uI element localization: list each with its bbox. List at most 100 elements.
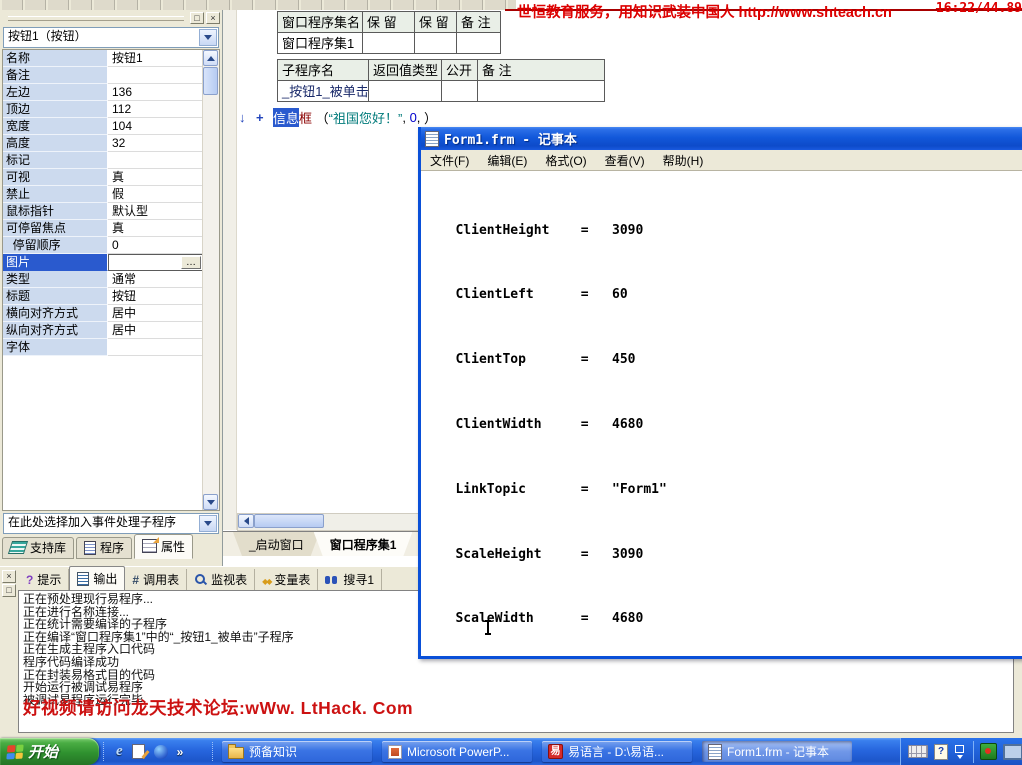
menu-item[interactable]: 帮助(H) [654,150,713,171]
property-row[interactable]: 纵向对齐方式 居中 [3,322,203,339]
property-row[interactable]: 禁止 假 [3,186,203,203]
scroll-down-button[interactable] [203,494,218,510]
dropdown-button[interactable] [199,515,217,532]
property-row[interactable]: 横向对齐方式 居中 [3,305,203,322]
panel-maximize-button[interactable]: □ [190,12,204,24]
display-icon[interactable] [1003,744,1022,760]
menu-item[interactable]: 格式(O) [536,150,595,171]
property-value[interactable]: 0 [108,237,203,254]
table-cell[interactable] [368,80,442,102]
property-row[interactable]: 可停留焦点 真 [3,220,203,237]
property-row[interactable]: 图片 … [3,254,203,271]
output-panel-tab[interactable]: 调用表 [125,569,187,590]
table-cell[interactable] [456,32,501,54]
table-cell[interactable] [362,32,415,54]
event-handler-dropdown[interactable]: 在此处选择加入事件处理子程序 [3,513,219,534]
taskbar-button[interactable]: 易语言 - D:\易语... [542,741,692,762]
output-panel-tab[interactable]: 输出 [69,566,125,590]
table-row[interactable]: 窗口程序集1 [278,33,501,54]
property-value[interactable] [108,67,203,84]
taskbar-button[interactable]: 预备知识 [222,741,372,762]
menu-item[interactable]: 文件(F) [421,150,478,171]
ime-help-icon[interactable] [934,744,948,760]
notepad-titlebar[interactable]: Form1.frm - 记事本 [421,127,1022,150]
property-row[interactable]: 左边 136 [3,84,203,101]
scrollbar-thumb[interactable] [254,514,324,528]
internet-explorer-icon[interactable]: e [116,743,123,760]
taskbar-button[interactable]: Microsoft PowerP... [382,741,532,762]
output-panel-tab[interactable]: 变量表 [255,569,318,590]
scroll-up-button[interactable] [203,50,218,66]
panel-grip[interactable] [8,16,184,21]
property-value[interactable]: 32 [108,135,203,152]
taskbar-handle[interactable] [212,742,216,761]
table-cell[interactable] [477,80,605,102]
screen-recorder-icon[interactable] [980,743,997,760]
property-value[interactable]: 居中 [108,305,203,322]
property-value[interactable]: … [108,254,203,271]
number-argument: 0 [410,110,417,125]
code-text-line: ClientHeight = 3090 [432,223,1022,239]
property-row[interactable]: 备注 [3,67,203,84]
property-value[interactable]: 按钮1 [108,50,203,67]
scroll-left-button[interactable] [238,514,254,528]
table-row[interactable]: _按钮1_被单击 [278,81,605,102]
keyboard-icon[interactable] [908,745,928,758]
taskbar-button[interactable]: Form1.frm - 记事本 [702,741,852,762]
editor-tab[interactable]: _启动窗口 [233,532,320,556]
dropdown-button[interactable] [199,29,217,46]
property-value[interactable]: 104 [108,118,203,135]
property-value[interactable]: 通常 [108,271,203,288]
property-grid-scrollbar[interactable] [202,50,219,510]
picture-browse-button[interactable]: … [181,256,201,269]
editor-tab[interactable]: 窗口程序集1 [314,532,413,556]
notepad-text-area[interactable]: ClientHeight = 3090 ClientLeft = 60 Clie… [424,171,1022,653]
property-row[interactable]: 名称 按钮1 [3,50,203,67]
table-cell[interactable] [414,32,457,54]
table-cell[interactable] [441,80,478,102]
property-row[interactable]: 标记 [3,152,203,169]
property-value[interactable]: 真 [108,169,203,186]
property-value[interactable]: 假 [108,186,203,203]
start-button[interactable]: 开始 [0,738,99,765]
panel-tab[interactable]: 程序 [76,537,132,559]
property-row[interactable]: 宽度 104 [3,118,203,135]
quick-launch-overflow-chevron[interactable]: » [177,745,184,759]
property-row[interactable]: 鼠标指针 默认型 [3,203,203,220]
menu-item[interactable]: 编辑(E) [478,150,536,171]
table-cell[interactable]: _按钮1_被单击 [277,80,369,102]
property-row[interactable]: 类型 通常 [3,271,203,288]
property-row[interactable]: 顶边 112 [3,101,203,118]
horizontal-scrollbar[interactable] [237,513,421,531]
browser-globe-icon[interactable] [154,745,168,759]
property-value[interactable]: 默认型 [108,203,203,220]
property-value[interactable]: 按钮 [108,288,203,305]
property-value[interactable] [108,152,203,169]
property-value[interactable]: 136 [108,84,203,101]
property-row[interactable]: 标题 按钮 [3,288,203,305]
language-bar-restore-icon[interactable] [954,745,965,759]
panel-tab[interactable]: 支持库 [2,537,74,559]
panel-tab[interactable]: 属性 [134,534,193,559]
property-row[interactable]: 停留顺序 0 [3,237,203,254]
output-panel-tab[interactable]: 提示 [19,569,69,590]
menu-item[interactable]: 查看(V) [596,150,654,171]
output-panel-tab[interactable]: 搜寻1 [318,569,382,590]
property-row[interactable]: 高度 32 [3,135,203,152]
output-panel-tab[interactable]: 监视表 [187,569,255,590]
panel-close-button[interactable]: × [206,12,220,24]
property-row[interactable]: 可视 真 [3,169,203,186]
object-selector-dropdown[interactable]: 按钮1（按钮） [3,27,219,48]
property-value[interactable]: 真 [108,220,203,237]
property-value[interactable] [108,339,203,356]
code-line[interactable]: ↓ + 信息 框 （ “祖国您好！” , 0 , ） [239,108,437,127]
property-value[interactable]: 112 [108,101,203,118]
quick-launch-handle[interactable] [103,742,107,761]
property-row[interactable]: 字体 [3,339,203,356]
property-value[interactable]: 居中 [108,322,203,339]
edit-document-icon[interactable] [132,744,145,759]
panel-close-button[interactable]: × [2,570,16,583]
table-cell[interactable]: 窗口程序集1 [277,32,363,54]
panel-restore-button[interactable]: □ [2,584,16,597]
scrollbar-thumb[interactable] [203,67,218,95]
